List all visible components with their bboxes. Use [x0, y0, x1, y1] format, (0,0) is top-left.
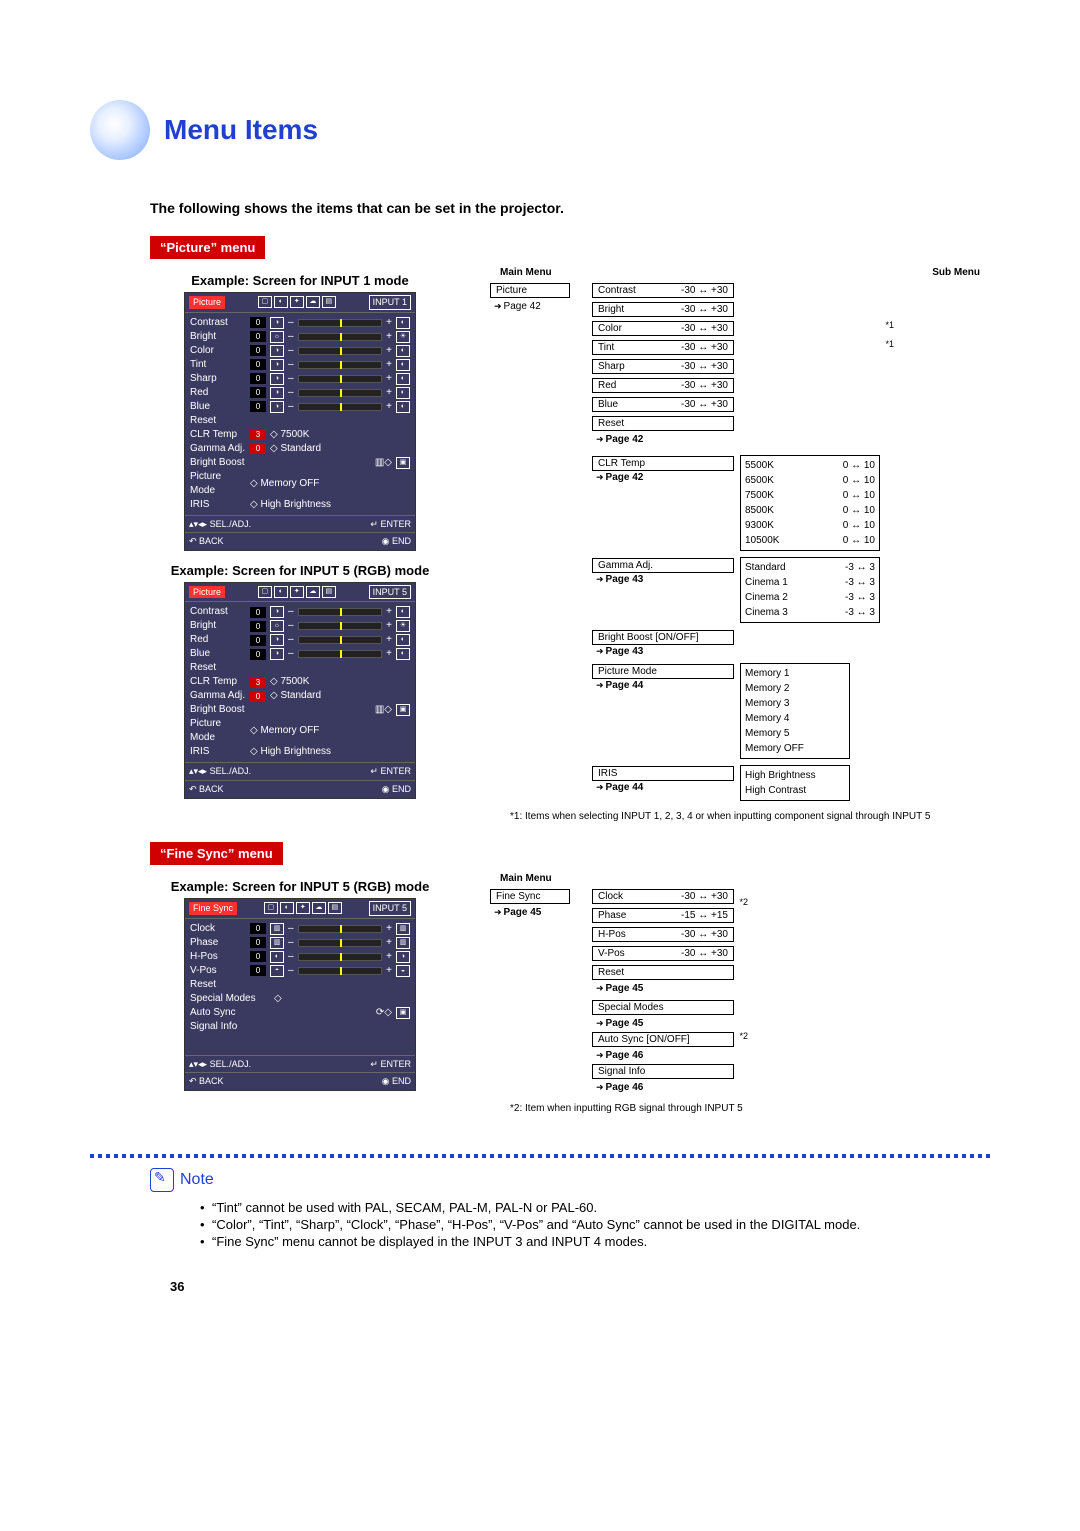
- osd-nav-icon: ▤: [322, 296, 336, 308]
- tree-root-col: Picture Page 42: [490, 282, 570, 312]
- swirl-icon: [90, 100, 150, 160]
- osd-fine-sync: Fine Sync ▢◐✦☁▤ INPUT 5 Clock0▥–+▥ Phase…: [184, 898, 416, 1091]
- page-title: Menu Items: [164, 114, 318, 146]
- camera-icon: ▣: [396, 704, 410, 716]
- sub-menu-label: Sub Menu: [932, 267, 980, 278]
- note-header: Note: [150, 1168, 990, 1192]
- note-icon: [150, 1168, 174, 1192]
- tree-root: Picture: [490, 283, 570, 298]
- note-item: “Tint” cannot be used with PAL, SECAM, P…: [200, 1200, 990, 1215]
- title-row: Menu Items: [90, 100, 990, 160]
- note-list: “Tint” cannot be used with PAL, SECAM, P…: [160, 1200, 990, 1249]
- example2-title: Example: Screen for INPUT 5 (RGB) mode: [150, 563, 450, 578]
- camera-icon: ▣: [396, 457, 410, 469]
- page-number: 36: [170, 1279, 990, 1294]
- osd-nav-icon: ☁: [306, 296, 320, 308]
- osd-nav-icon: ▢: [258, 296, 272, 308]
- note-title: Note: [180, 1171, 214, 1189]
- osd-icons: ▢ ◐ ✦ ☁ ▤: [258, 296, 336, 308]
- clr-temp-options: 5500K0 ↔ 10 6500K0 ↔ 10 7500K0 ↔ 10 8500…: [740, 455, 880, 551]
- manual-page: Menu Items The following shows the items…: [0, 0, 1080, 1334]
- tree-level1: Contrast-30 ↔ +30 Bright-30 ↔ +30 Color-…: [592, 282, 880, 801]
- picture-content: Example: Screen for INPUT 1 mode Picture…: [90, 267, 990, 822]
- osd-picture-input5: Picture ▢◐✦☁▤ INPUT 5 Contrast0◑–+◐ Brig…: [184, 582, 416, 799]
- fine-sync-menu-tag: “Fine Sync” menu: [150, 842, 283, 865]
- osd-footer: ▴▾◂▸ SEL./ADJ. ENTER: [185, 515, 415, 533]
- note-item: “Fine Sync” menu cannot be displayed in …: [200, 1234, 990, 1249]
- tree2-footnote: *2: Item when inputting RGB signal throu…: [510, 1103, 990, 1114]
- picture-examples: Example: Screen for INPUT 1 mode Picture…: [150, 267, 450, 811]
- sync-icon: ▣: [396, 1007, 410, 1019]
- osd-nav-icon: ✦: [290, 296, 304, 308]
- gamma-options: Standard-3 ↔ 3 Cinema 1-3 ↔ 3 Cinema 2-3…: [740, 557, 880, 623]
- tree1-footnote: *1: Items when selecting INPUT 1, 2, 3, …: [510, 811, 990, 822]
- osd-input: INPUT 1: [369, 295, 411, 310]
- osd-header: Picture ▢ ◐ ✦ ☁ ▤ INPUT 1: [185, 293, 415, 313]
- fine-sync-tree: Main Menu Fine Sync Page 45 Clock-30 ↔ +…: [490, 873, 990, 1114]
- main-menu-label: Main Menu: [500, 267, 552, 278]
- example3-title: Example: Screen for INPUT 5 (RGB) mode: [150, 879, 450, 894]
- osd-tab: Picture: [189, 296, 225, 309]
- iris-options: High Brightness High Contrast: [740, 765, 850, 801]
- osd-footer2: ↶ BACK END: [185, 532, 415, 550]
- osd-body: Contrast0◑–+◐ Bright0☼–+☀ Color0◑–+◐ Tin…: [185, 313, 415, 515]
- note-item: “Color”, “Tint”, “Sharp”, “Clock”, “Phas…: [200, 1217, 990, 1232]
- page-subtitle: The following shows the items that can b…: [150, 200, 990, 216]
- osd-nav-icon: ◐: [274, 296, 288, 308]
- example1-title: Example: Screen for INPUT 1 mode: [150, 273, 450, 288]
- picture-mode-options: Memory 1 Memory 2 Memory 3 Memory 4 Memo…: [740, 663, 850, 759]
- picture-menu-tag: “Picture” menu: [150, 236, 265, 259]
- main-menu-label: Main Menu: [500, 873, 552, 884]
- picture-tree: Main Menu Sub Menu Picture Page 42 Contr…: [490, 267, 990, 822]
- page-ref: Page 42: [490, 301, 570, 312]
- fine-sync-content: Example: Screen for INPUT 5 (RGB) mode F…: [90, 873, 990, 1114]
- osd-picture-input1: Picture ▢ ◐ ✦ ☁ ▤ INPUT 1 Contrast0◑–+◐ …: [184, 292, 416, 551]
- note-separator: [90, 1154, 990, 1158]
